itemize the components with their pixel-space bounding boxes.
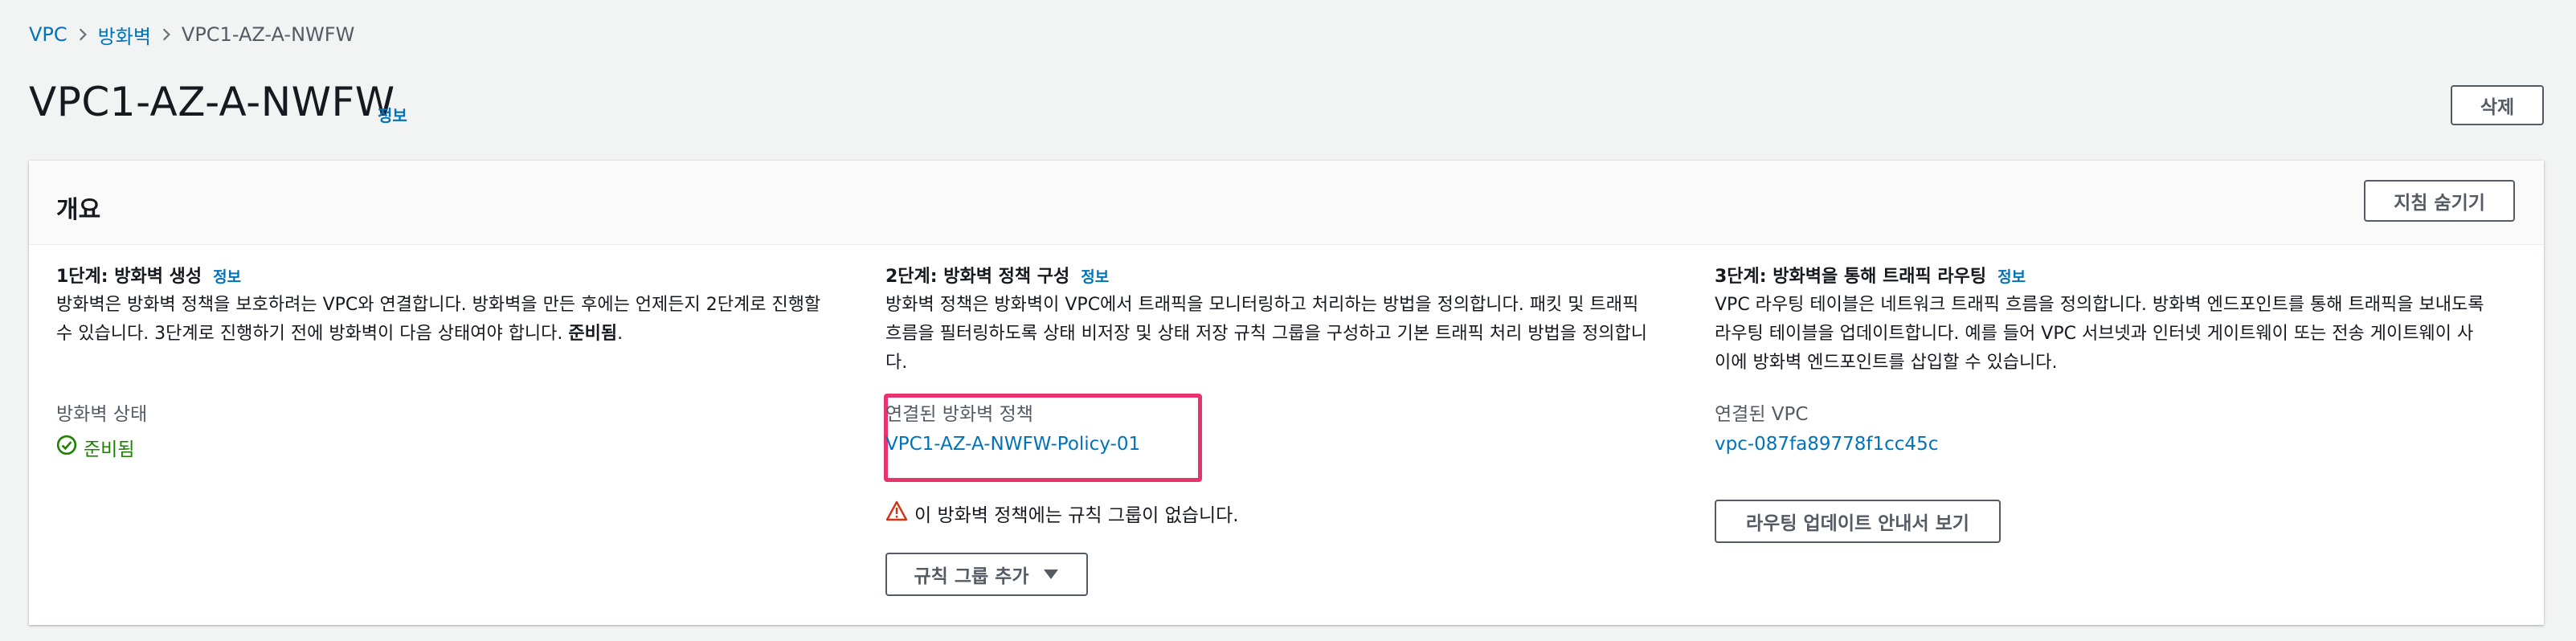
step1-desc-line: 수 있습니다. 3단계로 진행하기 전에 방화벽이 다음 상태여야 합니다. 준…	[56, 320, 860, 349]
firewall-status-text: 준비됨	[84, 439, 135, 460]
chevron-right-icon	[151, 27, 182, 42]
add-rule-group-button[interactable]: 규칙 그룹 추가	[885, 553, 1088, 596]
warning-icon	[885, 500, 908, 526]
step3-desc-line: VPC 라우팅 테이블은 네트워크 트래픽 흐름을 정의합니다. 방화벽 엔드포…	[1715, 295, 2484, 315]
breadcrumb-current: VPC1-AZ-A-NWFW	[181, 23, 355, 46]
firewall-status-value: 준비됨	[56, 434, 134, 461]
step3-column: 3단계: 방화벽을 통해 트래픽 라우팅 정보 VPC 라우팅 테이블은 네트워크…	[1715, 263, 2542, 378]
overview-header: 개요 지침 숨기기	[29, 161, 2544, 245]
step1-description: 방화벽은 방화벽 정책을 보호하려는 VPC와 연결합니다. 방화벽을 만든 후…	[56, 291, 860, 349]
associated-policy-label: 연결된 방화벽 정책	[885, 404, 1033, 425]
check-circle-icon	[56, 435, 77, 460]
step3-desc-line: 이에 방화벽 엔드포인트를 삽입할 수 있습니다.	[1715, 353, 2058, 373]
step2-desc-line: 흐름을 필터링하도록 상태 비저장 및 상태 저장 규칙 그룹을 구성하고 기본…	[885, 324, 1647, 344]
step1-title: 1단계: 방화벽 생성 정보	[56, 263, 860, 291]
warning-text: 이 방화벽 정책에는 규칙 그룹이 없습니다.	[914, 505, 1239, 526]
associated-vpc-link[interactable]: vpc-087fa89778f1cc45c	[1715, 434, 1938, 455]
hide-steps-button[interactable]: 지침 숨기기	[2364, 180, 2515, 222]
no-rule-groups-warning: 이 방화벽 정책에는 규칙 그룹이 없습니다.	[885, 500, 1239, 527]
step1-desc-text: 수 있습니다. 3단계로 진행하기 전에 방화벽이 다음 상태여야 합니다.	[56, 324, 569, 344]
step3-title: 3단계: 방화벽을 통해 트래픽 라우팅 정보	[1715, 263, 2542, 291]
step3-description: VPC 라우팅 테이블은 네트워크 트래픽 흐름을 정의합니다. 방화벽 엔드포…	[1715, 291, 2542, 378]
firewall-status-label: 방화벽 상태	[56, 404, 148, 425]
step2-info-link[interactable]: 정보	[1081, 268, 1109, 286]
step1-desc-end: .	[617, 324, 624, 344]
page-title: VPC1-AZ-A-NWFW	[29, 79, 395, 125]
add-rule-group-label: 규칙 그룹 추가	[914, 566, 1029, 587]
step1-info-link[interactable]: 정보	[213, 268, 241, 286]
delete-button[interactable]: 삭제	[2451, 85, 2544, 125]
step2-column: 2단계: 방화벽 정책 구성 정보 방화벽 정책은 방화벽이 VPC에서 트래픽을…	[885, 263, 1713, 378]
associated-policy-link[interactable]: VPC1-AZ-A-NWFW-Policy-01	[885, 434, 1140, 455]
step1-column: 1단계: 방화벽 생성 정보 방화벽은 방화벽 정책을 보호하려는 VPC와 연결…	[56, 263, 860, 349]
chevron-right-icon	[67, 27, 98, 42]
step3-desc-line: 라우팅 테이블을 업데이트합니다. 예를 들어 VPC 서브넷과 인터넷 게이트…	[1715, 324, 2474, 344]
associated-vpc-label: 연결된 VPC	[1715, 404, 1809, 425]
step2-title: 2단계: 방화벽 정책 구성 정보	[885, 263, 1713, 291]
routing-guide-button[interactable]: 라우팅 업데이트 안내서 보기	[1715, 500, 2001, 543]
step2-title-text: 2단계: 방화벽 정책 구성	[885, 267, 1070, 287]
overview-panel: 개요 지침 숨기기 1단계: 방화벽 생성 정보 방화벽은 방화벽 정책을 보호하…	[29, 161, 2544, 625]
step2-description: 방화벽 정책은 방화벽이 VPC에서 트래픽을 모니터링하고 처리하는 방법을 …	[885, 291, 1713, 378]
step3-info-link[interactable]: 정보	[1997, 268, 2026, 286]
breadcrumb-vpc[interactable]: VPC	[29, 23, 67, 46]
step1-desc-bold: 준비됨	[568, 324, 618, 344]
step3-title-text: 3단계: 방화벽을 통해 트래픽 라우팅	[1715, 267, 1987, 287]
breadcrumb: VPC 방화벽 VPC1-AZ-A-NWFW	[29, 21, 354, 48]
step1-desc-line: 방화벽은 방화벽 정책을 보호하려는 VPC와 연결합니다. 방화벽을 만든 후…	[56, 295, 821, 315]
title-info-link[interactable]: 정보	[378, 103, 407, 126]
caret-down-icon	[1043, 564, 1059, 585]
breadcrumb-firewalls[interactable]: 방화벽	[98, 21, 151, 49]
step2-desc-line: 방화벽 정책은 방화벽이 VPC에서 트래픽을 모니터링하고 처리하는 방법을 …	[885, 295, 1639, 315]
step1-title-text: 1단계: 방화벽 생성	[56, 267, 202, 287]
step2-desc-line: 다.	[885, 353, 908, 373]
overview-title: 개요	[56, 196, 101, 224]
